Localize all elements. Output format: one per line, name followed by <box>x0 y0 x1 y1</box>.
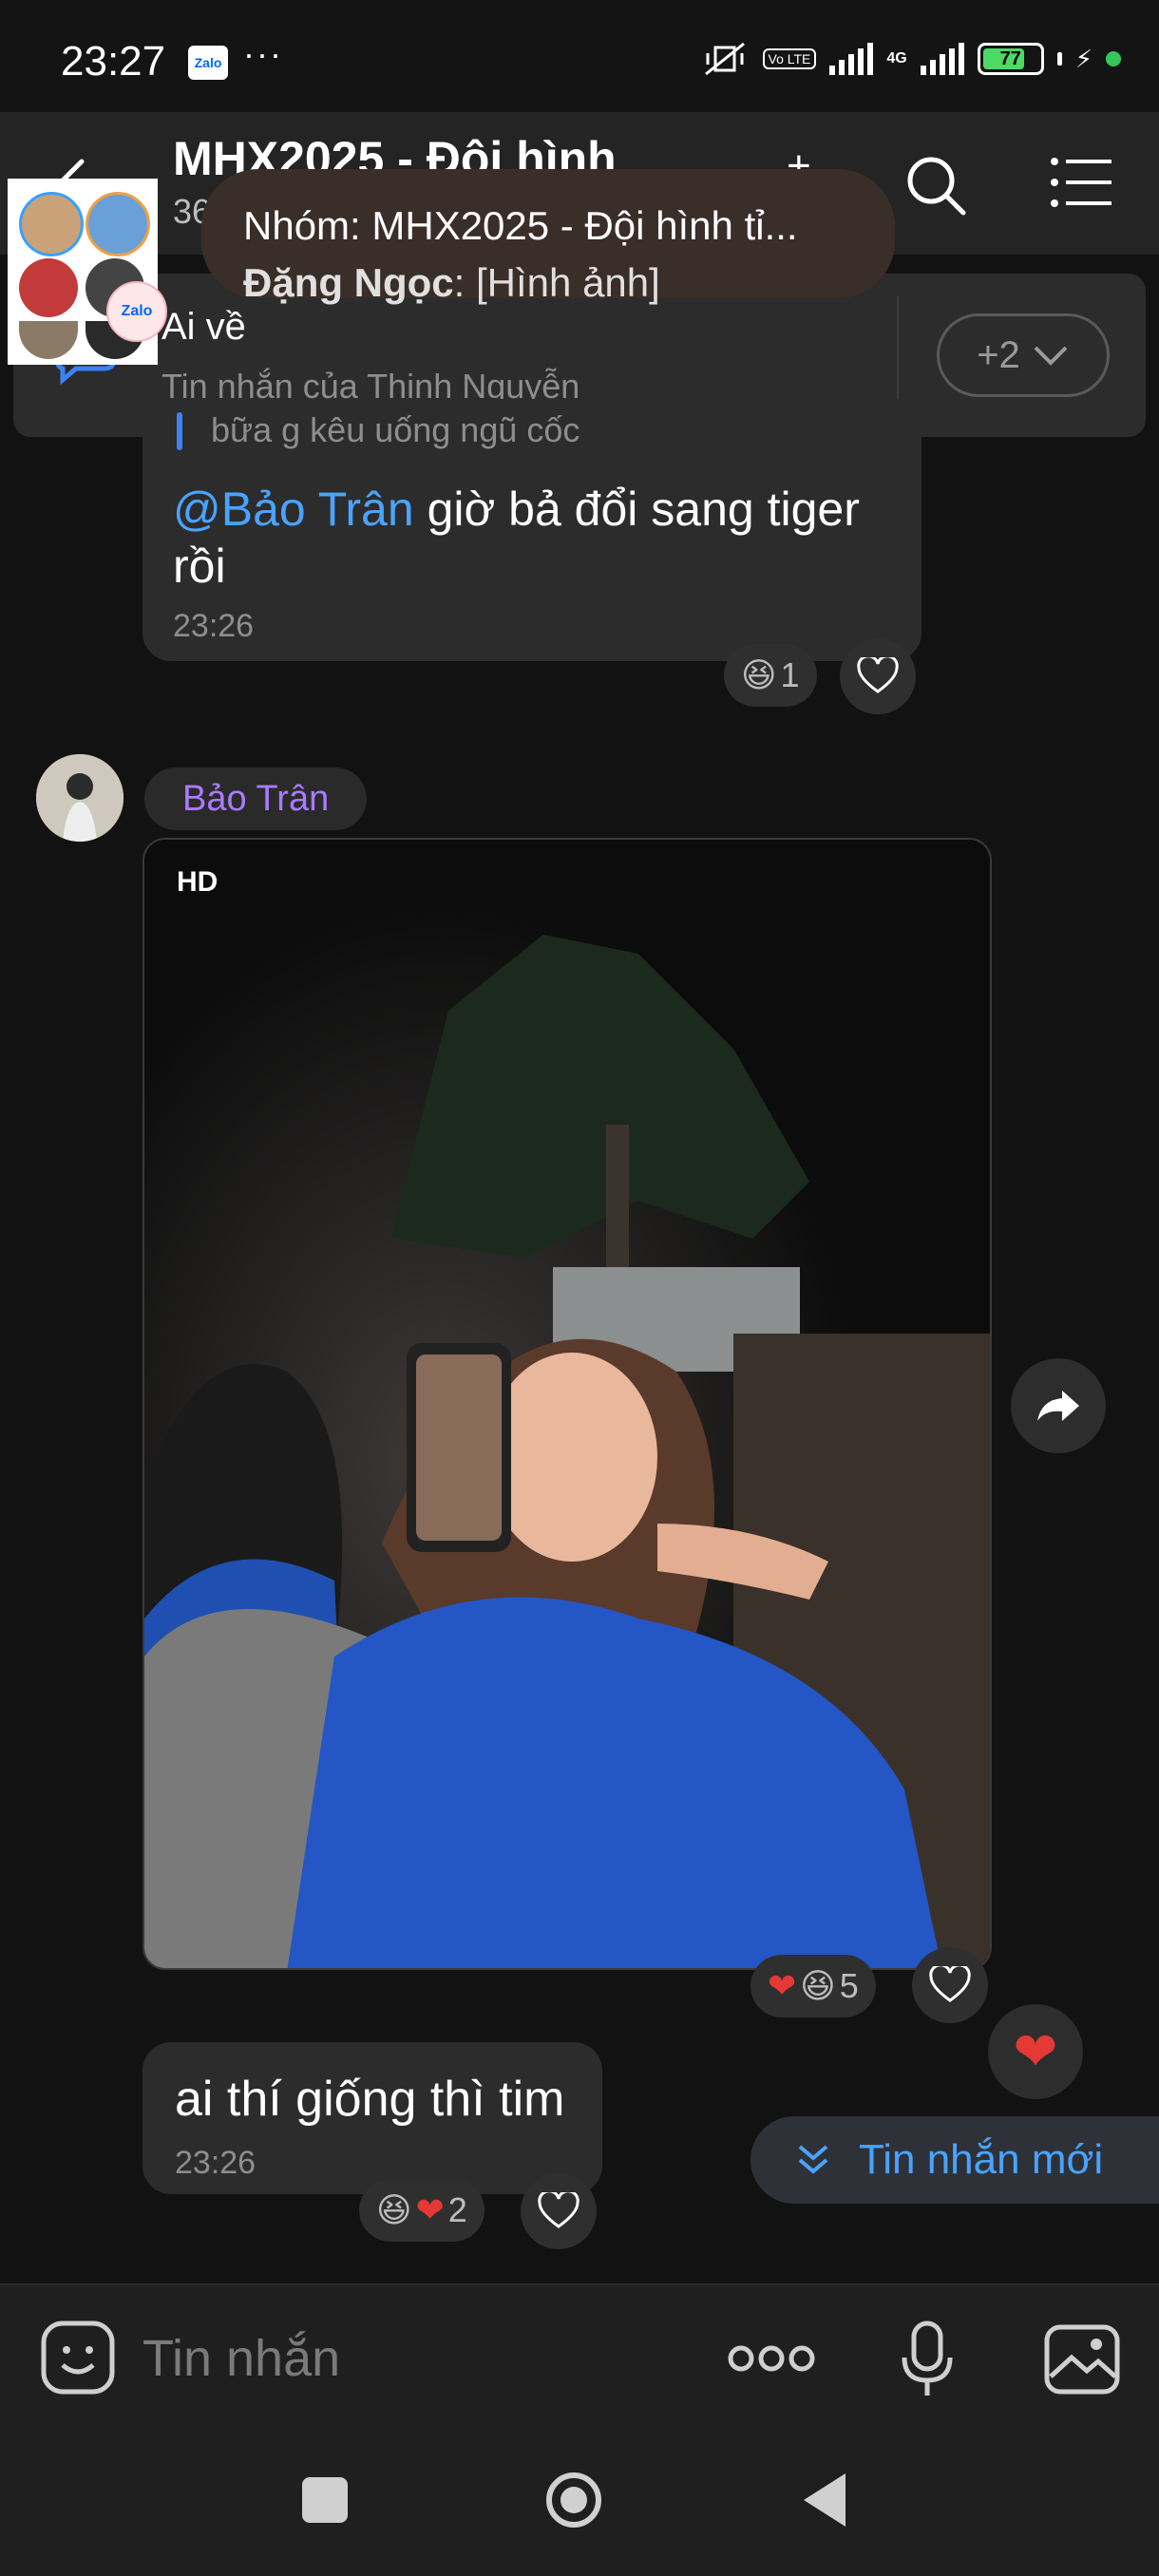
share-forward-button[interactable] <box>1011 1358 1106 1453</box>
react-heart-button[interactable] <box>840 638 916 714</box>
network-4g-icon: 4G <box>886 50 906 67</box>
charging-icon: ⚡ <box>1074 44 1092 73</box>
signal-icon <box>829 43 874 75</box>
reaction-summary[interactable]: 😆 ❤ 2 <box>359 2179 484 2242</box>
react-heart-button[interactable] <box>912 1947 988 2023</box>
laugh-emoji-icon: 😆 <box>800 1966 836 2005</box>
menu-list-icon[interactable] <box>1049 154 1115 211</box>
home-button[interactable] <box>543 2470 604 2530</box>
react-heart-button[interactable] <box>521 2173 597 2249</box>
message-text: @Bảo Trân giờ bả đổi sang tiger rồi <box>173 481 895 595</box>
member-avatar <box>86 192 150 256</box>
message-input[interactable]: Tin nhắn <box>142 2329 340 2388</box>
zalo-notification-icon: Zalo <box>188 46 228 80</box>
heart-emoji-icon: ❤ <box>415 2190 445 2229</box>
signal-icon-2 <box>920 43 964 75</box>
microphone-icon[interactable] <box>899 2320 956 2399</box>
avatar[interactable] <box>36 754 124 842</box>
double-chevron-down-icon <box>798 2145 828 2174</box>
new-messages-label: Tin nhắn mới <box>859 2136 1104 2183</box>
reaction-count: 1 <box>780 655 800 694</box>
pinned-more-button[interactable]: +2 <box>937 313 1110 397</box>
image-gallery-icon[interactable] <box>1043 2323 1121 2396</box>
back-nav-button[interactable] <box>798 2470 849 2530</box>
status-icons: Vo LTE 4G 77 ⚡ <box>700 40 1121 78</box>
mention-link[interactable]: @Bảo Trân <box>173 483 414 536</box>
reaction-count: 2 <box>447 2190 467 2229</box>
battery-level: 77 <box>999 48 1021 69</box>
recents-button[interactable] <box>302 2477 348 2523</box>
message-time: 23:26 <box>173 608 255 644</box>
pinned-text: Ai về <box>162 306 246 348</box>
quick-heart-button[interactable]: ❤ <box>988 2004 1083 2099</box>
heart-icon: ❤ <box>1013 2021 1058 2081</box>
privacy-indicator-dot <box>1106 51 1121 66</box>
heart-emoji-icon: ❤ <box>768 1966 797 2005</box>
notification-title: Nhóm: MHX2025 - Đội hình tỉ... <box>243 203 798 248</box>
avatar-image <box>36 754 124 842</box>
more-options-icon[interactable] <box>726 2335 817 2382</box>
volte-icon: Vo LTE <box>762 48 817 69</box>
message-text: ai thí giống thì tim <box>175 2072 565 2127</box>
reaction-summary[interactable]: 😆 1 <box>724 644 817 707</box>
laugh-emoji-icon: 😆 <box>741 655 777 694</box>
photo-image <box>144 840 990 1968</box>
mute-vibrate-icon <box>704 42 745 76</box>
sender-name[interactable]: Bảo Trân <box>144 767 368 830</box>
reaction-count: 5 <box>839 1966 859 2005</box>
zalo-logo-icon: Zalo <box>106 281 167 342</box>
heart-outline-icon <box>857 657 899 693</box>
member-avatar <box>19 258 78 317</box>
notification-sender: Đặng Ngọc <box>243 260 454 305</box>
member-avatar <box>19 321 78 359</box>
network-label: 4G <box>886 50 907 66</box>
quoted-text: bữa g kêu uống ngũ cốc <box>211 410 580 449</box>
battery-cap <box>1056 52 1062 66</box>
heart-outline-icon <box>538 2192 580 2228</box>
laugh-emoji-icon: 😆 <box>376 2190 412 2229</box>
photo-message[interactable] <box>142 838 992 1970</box>
reaction-summary[interactable]: ❤ 😆 5 <box>750 1955 876 2017</box>
member-avatar <box>19 192 84 256</box>
battery-icon: 77 <box>977 43 1044 75</box>
more-notifications-icon: ··· <box>243 34 283 73</box>
divider <box>897 296 899 416</box>
search-icon[interactable] <box>902 152 969 218</box>
quote-bar <box>177 412 182 450</box>
status-time: 23:27 <box>61 38 166 85</box>
new-messages-button[interactable]: Tin nhắn mới <box>750 2116 1159 2204</box>
sticker-icon[interactable] <box>38 2318 118 2397</box>
heart-outline-icon <box>929 1966 971 2002</box>
chevron-down-icon <box>1034 346 1068 366</box>
notification-message: : [Hình ảnh] <box>453 260 660 305</box>
hd-badge: HD <box>177 866 218 898</box>
pinned-more-count: +2 <box>977 333 1020 376</box>
share-icon <box>1037 1391 1079 1421</box>
message-time: 23:26 <box>175 2145 256 2181</box>
notification-body: Đặng Ngọc: [Hình ảnh] <box>243 260 660 306</box>
